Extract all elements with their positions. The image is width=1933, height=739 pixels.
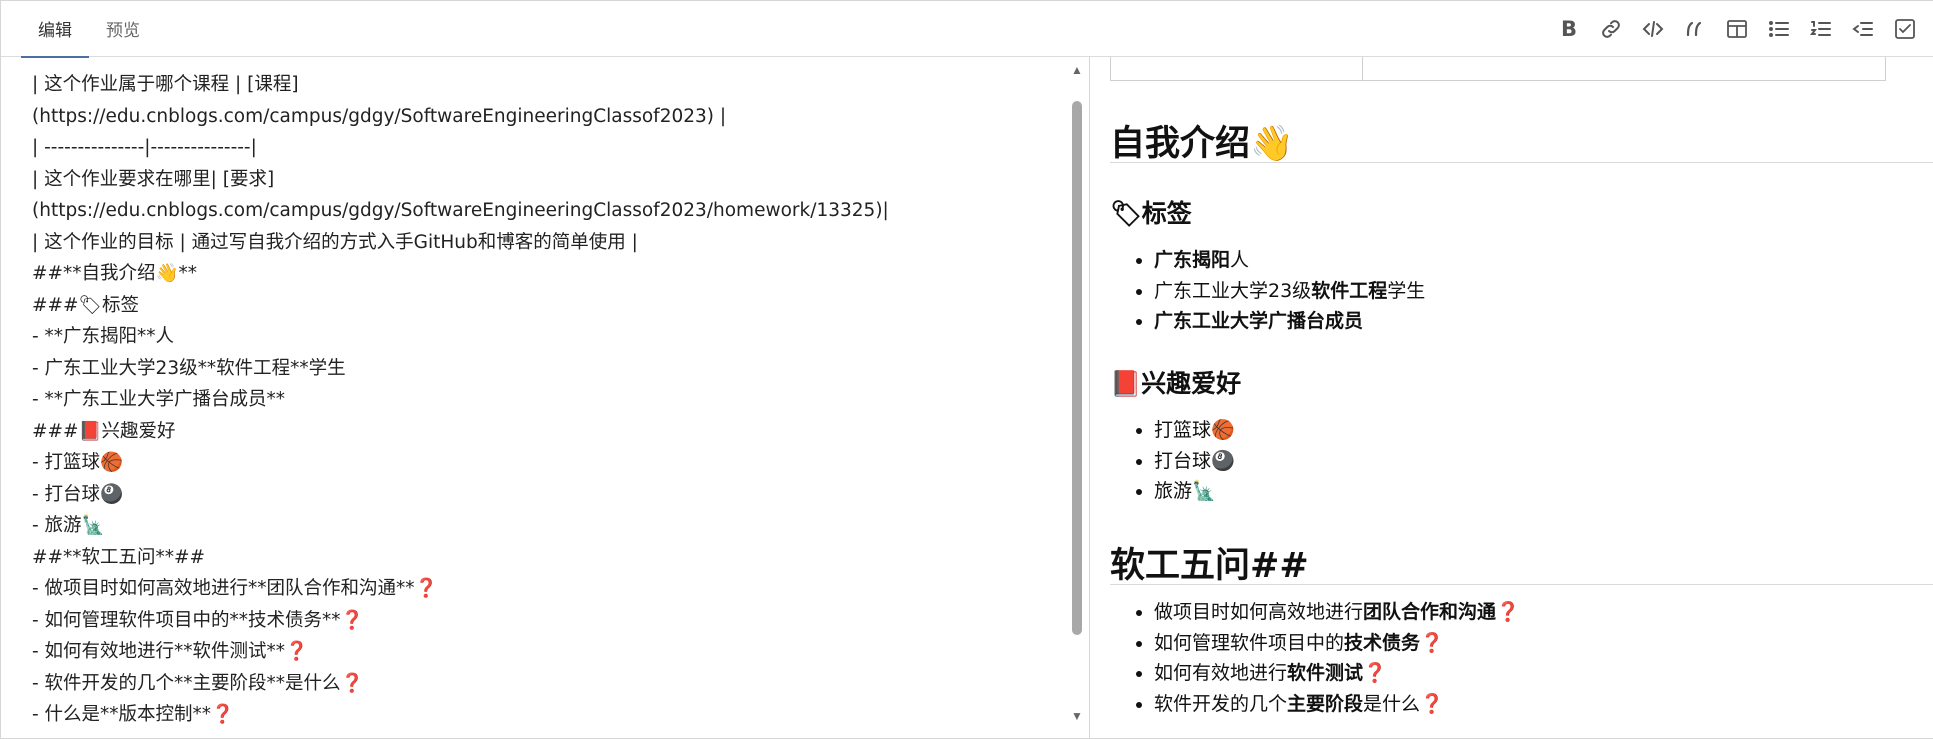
text: ❓ — [1496, 601, 1520, 623]
editor-line: (https://edu.cnblogs.com/campus/gdgy/Sof… — [32, 105, 727, 127]
scroll-down-arrow[interactable]: ▼ — [1070, 709, 1084, 723]
formatting-toolbar: B — [1548, 1, 1926, 57]
text: 广东工业大学23级 — [1154, 279, 1312, 302]
editor-line: - 做项目时如何高效地进行**团队合作和沟通**❓ — [32, 578, 438, 599]
tab-edit[interactable]: 编辑 — [21, 1, 89, 58]
editor-line: | ---------------|---------------| — [32, 137, 257, 158]
text: 学生 — [1387, 279, 1426, 302]
bold-text: 主要阶段 — [1287, 692, 1364, 715]
text: 软件开发的几个 — [1154, 692, 1288, 715]
editor-line: - 软件开发的几个**主要阶段**是什么❓ — [32, 672, 364, 694]
text: 人 — [1230, 249, 1250, 271]
checkbox-icon[interactable] — [1884, 8, 1926, 50]
heading-rule — [1110, 162, 1933, 163]
list-item: 做项目时如何高效地进行团队合作和沟通❓ — [1154, 597, 1520, 628]
quote-icon[interactable] — [1674, 8, 1716, 50]
editor-line: - **广东工业大学广播台成员** — [32, 389, 286, 410]
markdown-textarea[interactable]: | 这个作业属于哪个课程 | [课程] (https://edu.cnblogs.… — [21, 57, 1071, 731]
list-item: 如何管理软件项目中的技术债务❓ — [1154, 628, 1520, 659]
list-item: 打篮球🏀 — [1154, 415, 1235, 446]
table-icon[interactable] — [1716, 8, 1758, 50]
editor-line: ##**软工五问**## — [32, 546, 206, 568]
editor-line: - 如何管理软件项目中的**技术债务**❓ — [32, 609, 364, 631]
editor-line: ###🏷标签 — [32, 294, 139, 316]
text: 做项目时如何高效地进行 — [1154, 601, 1364, 623]
heading-intro: 自我介绍👋 — [1110, 124, 1294, 164]
list-item: 旅游🗽 — [1154, 476, 1235, 507]
scroll-up-arrow[interactable]: ▲ — [1070, 63, 1084, 77]
editor-line: - 打篮球🏀 — [32, 452, 124, 473]
heading-tags: 🏷标签 — [1110, 199, 1192, 228]
editor-line: - 旅游🗽 — [32, 515, 105, 536]
scroll-thumb[interactable] — [1072, 101, 1082, 635]
numbered-list-icon[interactable] — [1800, 8, 1842, 50]
bold-text: 团队合作和沟通 — [1363, 601, 1497, 623]
text: ❓ — [1363, 662, 1387, 684]
editor-line: - 打台球🎱 — [32, 483, 124, 505]
heading-hobbies: 📕兴趣爱好 — [1110, 369, 1242, 398]
indent-icon[interactable] — [1842, 8, 1884, 50]
code-icon[interactable] — [1632, 8, 1674, 50]
bold-text: 广东揭阳 — [1154, 249, 1231, 271]
markdown-editor-window: 编辑 预览 B | 这个作业属于哪个课程 | [课程] (https://edu… — [0, 0, 1933, 739]
bold-icon[interactable]: B — [1548, 8, 1590, 50]
preview-pane: 自我介绍👋 🏷标签 广东揭阳人广东工业大学23级软件工程学生广东工业大学广播台成… — [1090, 57, 1933, 739]
list-item: 软件开发的几个主要阶段是什么❓ — [1154, 689, 1520, 720]
bold-text: 广东工业大学广播台成员 — [1154, 310, 1364, 332]
tags-list: 广东揭阳人广东工业大学23级软件工程学生广东工业大学广播台成员 — [1154, 245, 1425, 337]
editor-line: (https://edu.cnblogs.com/campus/gdgy/Sof… — [32, 200, 889, 221]
heading-rule — [1110, 584, 1933, 585]
list-item: 广东揭阳人 — [1154, 245, 1425, 276]
bold-text: 软件测试 — [1287, 662, 1364, 684]
editor-line: - 什么是**版本控制**❓ — [32, 704, 235, 725]
editor-line: - **广东揭阳**人 — [32, 326, 175, 347]
editor-line: | 这个作业的目标 | 通过写自我介绍的方式入手GitHub和博客的简单使用 | — [32, 231, 638, 253]
list-item: 打台球🎱 — [1154, 446, 1235, 477]
questions-list: 做项目时如何高效地进行团队合作和沟通❓如何管理软件项目中的技术债务❓如何有效地进… — [1154, 597, 1520, 719]
editor-line: - 广东工业大学23级**软件工程**学生 — [32, 357, 346, 379]
list-item: 广东工业大学23级软件工程学生 — [1154, 276, 1425, 307]
editor-line: ##**自我介绍👋** — [32, 263, 198, 284]
editor-scrollbar[interactable]: ▲ ▼ — [1067, 61, 1087, 727]
heading-five-questions: 软工五问## — [1110, 546, 1309, 586]
preview-table-bottom — [1110, 57, 1886, 81]
editor-line: | 这个作业属于哪个课程 | [课程] — [32, 74, 299, 95]
bold-text: 软件工程 — [1311, 279, 1388, 302]
link-icon[interactable] — [1590, 8, 1632, 50]
editor-tabbar: 编辑 预览 B — [1, 1, 1933, 58]
list-item: 如何有效地进行软件测试❓ — [1154, 658, 1520, 689]
tab-preview[interactable]: 预览 — [97, 1, 149, 57]
hobbies-list: 打篮球🏀打台球🎱旅游🗽 — [1154, 415, 1235, 507]
text: ❓ — [1420, 631, 1444, 654]
text: 如何有效地进行 — [1154, 662, 1288, 684]
editor-content: | 这个作业属于哪个课程 | [课程] (https://edu.cnblogs.… — [21, 57, 1071, 731]
editor-line: ###📕兴趣爱好 — [32, 420, 176, 442]
bullet-list-icon[interactable] — [1758, 8, 1800, 50]
list-item: 广东工业大学广播台成员 — [1154, 306, 1425, 337]
editor-line: | 这个作业要求在哪里| [要求] — [32, 168, 275, 190]
text: 是什么❓ — [1363, 692, 1444, 715]
editor-line: - 如何有效地进行**软件测试**❓ — [32, 641, 309, 662]
bold-text: 技术债务 — [1344, 631, 1421, 654]
text: 如何管理软件项目中的 — [1154, 631, 1345, 654]
